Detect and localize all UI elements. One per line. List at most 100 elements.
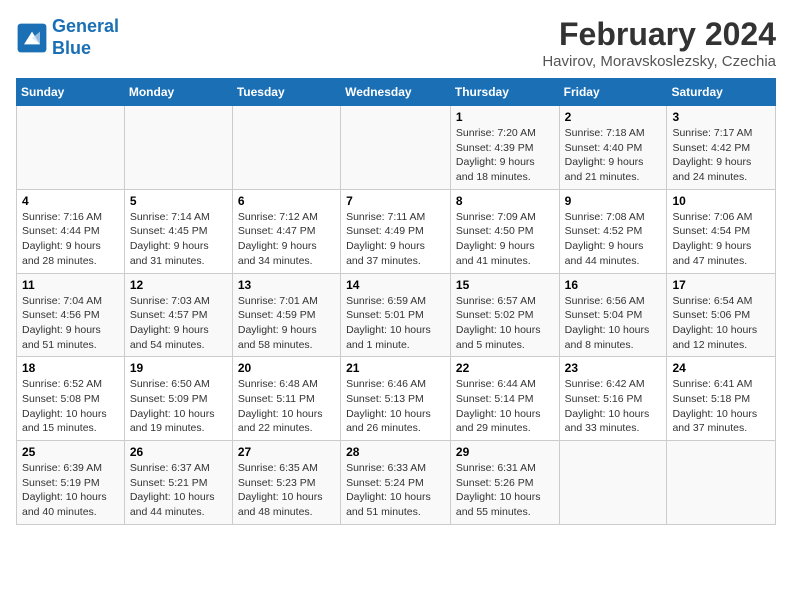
calendar-cell: 8 Sunrise: 7:09 AM Sunset: 4:50 PM Daylig… (450, 189, 559, 273)
logo: General Blue (16, 16, 119, 59)
day-info: Sunrise: 6:42 AM Sunset: 5:16 PM Dayligh… (565, 377, 662, 436)
day-number: 9 (565, 194, 662, 208)
day-info: Sunrise: 7:08 AM Sunset: 4:52 PM Dayligh… (565, 210, 662, 269)
logo-text: General Blue (52, 16, 119, 59)
day-info: Sunrise: 6:41 AM Sunset: 5:18 PM Dayligh… (672, 377, 770, 436)
calendar-cell (667, 441, 776, 525)
day-info: Sunrise: 6:44 AM Sunset: 5:14 PM Dayligh… (456, 377, 554, 436)
calendar-cell (559, 441, 667, 525)
calendar-cell: 10 Sunrise: 7:06 AM Sunset: 4:54 PM Dayli… (667, 189, 776, 273)
calendar-cell: 15Sunrise: 6:57 AM Sunset: 5:02 PM Dayli… (450, 273, 559, 357)
day-info: Sunrise: 6:35 AM Sunset: 5:23 PM Dayligh… (238, 461, 335, 520)
day-number: 15 (456, 278, 554, 292)
calendar-cell: 22 Sunrise: 6:44 AM Sunset: 5:14 PM Dayli… (450, 357, 559, 441)
week-row-4: 18 Sunrise: 6:52 AM Sunset: 5:08 PM Dayli… (17, 357, 776, 441)
day-number: 28 (346, 445, 445, 459)
day-info: Sunrise: 6:39 AM Sunset: 5:19 PM Dayligh… (22, 461, 119, 520)
day-info: Sunrise: 6:52 AM Sunset: 5:08 PM Dayligh… (22, 377, 119, 436)
calendar-cell: 25 Sunrise: 6:39 AM Sunset: 5:19 PM Dayli… (17, 441, 125, 525)
day-number: 2 (565, 110, 662, 124)
day-info: Sunrise: 6:54 AM Sunset: 5:06 PM Dayligh… (672, 294, 770, 353)
day-info: Sunrise: 6:56 AM Sunset: 5:04 PM Dayligh… (565, 294, 662, 353)
week-row-5: 25 Sunrise: 6:39 AM Sunset: 5:19 PM Dayli… (17, 441, 776, 525)
day-info: Sunrise: 6:37 AM Sunset: 5:21 PM Dayligh… (130, 461, 227, 520)
day-info: Sunrise: 6:31 AM Sunset: 5:26 PM Dayligh… (456, 461, 554, 520)
weekday-header-sunday: Sunday (17, 79, 125, 106)
calendar-cell: 4Sunrise: 7:16 AM Sunset: 4:44 PM Daylig… (17, 189, 125, 273)
day-info: Sunrise: 7:20 AM Sunset: 4:39 PM Dayligh… (456, 126, 554, 185)
day-number: 13 (238, 278, 335, 292)
day-info: Sunrise: 7:14 AM Sunset: 4:45 PM Dayligh… (130, 210, 227, 269)
header: General Blue February 2024 Havirov, Mora… (16, 16, 776, 70)
calendar-cell: 14Sunrise: 6:59 AM Sunset: 5:01 PM Dayli… (341, 273, 451, 357)
day-number: 3 (672, 110, 770, 124)
day-info: Sunrise: 7:06 AM Sunset: 4:54 PM Dayligh… (672, 210, 770, 269)
weekday-header-saturday: Saturday (667, 79, 776, 106)
day-info: Sunrise: 6:33 AM Sunset: 5:24 PM Dayligh… (346, 461, 445, 520)
weekday-header-monday: Monday (124, 79, 232, 106)
weekday-header-tuesday: Tuesday (232, 79, 340, 106)
calendar-cell (124, 106, 232, 190)
calendar-cell: 26 Sunrise: 6:37 AM Sunset: 5:21 PM Dayli… (124, 441, 232, 525)
day-info: Sunrise: 7:12 AM Sunset: 4:47 PM Dayligh… (238, 210, 335, 269)
day-number: 16 (565, 278, 662, 292)
day-number: 5 (130, 194, 227, 208)
week-row-3: 11Sunrise: 7:04 AM Sunset: 4:56 PM Dayli… (17, 273, 776, 357)
calendar-cell: 2 Sunrise: 7:18 AM Sunset: 4:40 PM Daylig… (559, 106, 667, 190)
day-info: Sunrise: 7:09 AM Sunset: 4:50 PM Dayligh… (456, 210, 554, 269)
weekday-header-thursday: Thursday (450, 79, 559, 106)
calendar-cell: 12 Sunrise: 7:03 AM Sunset: 4:57 PM Dayli… (124, 273, 232, 357)
day-info: Sunrise: 7:11 AM Sunset: 4:49 PM Dayligh… (346, 210, 445, 269)
weekday-header-wednesday: Wednesday (341, 79, 451, 106)
day-number: 20 (238, 361, 335, 375)
day-number: 18 (22, 361, 119, 375)
day-number: 17 (672, 278, 770, 292)
day-number: 25 (22, 445, 119, 459)
day-number: 27 (238, 445, 335, 459)
day-info: Sunrise: 7:18 AM Sunset: 4:40 PM Dayligh… (565, 126, 662, 185)
day-info: Sunrise: 6:46 AM Sunset: 5:13 PM Dayligh… (346, 377, 445, 436)
day-number: 26 (130, 445, 227, 459)
day-number: 22 (456, 361, 554, 375)
week-row-1: 1Sunrise: 7:20 AM Sunset: 4:39 PM Daylig… (17, 106, 776, 190)
calendar-cell: 11Sunrise: 7:04 AM Sunset: 4:56 PM Dayli… (17, 273, 125, 357)
day-number: 12 (130, 278, 227, 292)
calendar-cell: 24 Sunrise: 6:41 AM Sunset: 5:18 PM Dayli… (667, 357, 776, 441)
calendar-cell: 28 Sunrise: 6:33 AM Sunset: 5:24 PM Dayli… (341, 441, 451, 525)
day-info: Sunrise: 7:03 AM Sunset: 4:57 PM Dayligh… (130, 294, 227, 353)
day-number: 6 (238, 194, 335, 208)
calendar-cell: 18 Sunrise: 6:52 AM Sunset: 5:08 PM Dayli… (17, 357, 125, 441)
title-area: February 2024 Havirov, Moravskoslezsky, … (542, 16, 776, 70)
calendar-cell: 23 Sunrise: 6:42 AM Sunset: 5:16 PM Dayli… (559, 357, 667, 441)
day-number: 23 (565, 361, 662, 375)
calendar-cell: 6 Sunrise: 7:12 AM Sunset: 4:47 PM Daylig… (232, 189, 340, 273)
day-number: 4 (22, 194, 119, 208)
day-number: 19 (130, 361, 227, 375)
month-title: February 2024 (542, 16, 776, 53)
day-number: 7 (346, 194, 445, 208)
calendar-cell: 27 Sunrise: 6:35 AM Sunset: 5:23 PM Dayli… (232, 441, 340, 525)
calendar-cell: 5 Sunrise: 7:14 AM Sunset: 4:45 PM Daylig… (124, 189, 232, 273)
day-info: Sunrise: 6:50 AM Sunset: 5:09 PM Dayligh… (130, 377, 227, 436)
calendar-cell: 19 Sunrise: 6:50 AM Sunset: 5:09 PM Dayli… (124, 357, 232, 441)
calendar-cell: 17 Sunrise: 6:54 AM Sunset: 5:06 PM Dayli… (667, 273, 776, 357)
calendar-table: SundayMondayTuesdayWednesdayThursdayFrid… (16, 78, 776, 525)
calendar-cell: 1Sunrise: 7:20 AM Sunset: 4:39 PM Daylig… (450, 106, 559, 190)
day-number: 29 (456, 445, 554, 459)
day-number: 24 (672, 361, 770, 375)
location-title: Havirov, Moravskoslezsky, Czechia (542, 53, 776, 70)
calendar-cell: 3Sunrise: 7:17 AM Sunset: 4:42 PM Daylig… (667, 106, 776, 190)
calendar-cell: 7 Sunrise: 7:11 AM Sunset: 4:49 PM Daylig… (341, 189, 451, 273)
calendar-cell: 13 Sunrise: 7:01 AM Sunset: 4:59 PM Dayli… (232, 273, 340, 357)
day-number: 8 (456, 194, 554, 208)
day-number: 21 (346, 361, 445, 375)
weekday-header-row: SundayMondayTuesdayWednesdayThursdayFrid… (17, 79, 776, 106)
calendar-cell: 16 Sunrise: 6:56 AM Sunset: 5:04 PM Dayli… (559, 273, 667, 357)
calendar-cell: 20 Sunrise: 6:48 AM Sunset: 5:11 PM Dayli… (232, 357, 340, 441)
day-info: Sunrise: 7:01 AM Sunset: 4:59 PM Dayligh… (238, 294, 335, 353)
day-info: Sunrise: 6:48 AM Sunset: 5:11 PM Dayligh… (238, 377, 335, 436)
day-number: 14 (346, 278, 445, 292)
day-number: 10 (672, 194, 770, 208)
logo-line1: General (52, 16, 119, 36)
calendar-cell: 29 Sunrise: 6:31 AM Sunset: 5:26 PM Dayli… (450, 441, 559, 525)
